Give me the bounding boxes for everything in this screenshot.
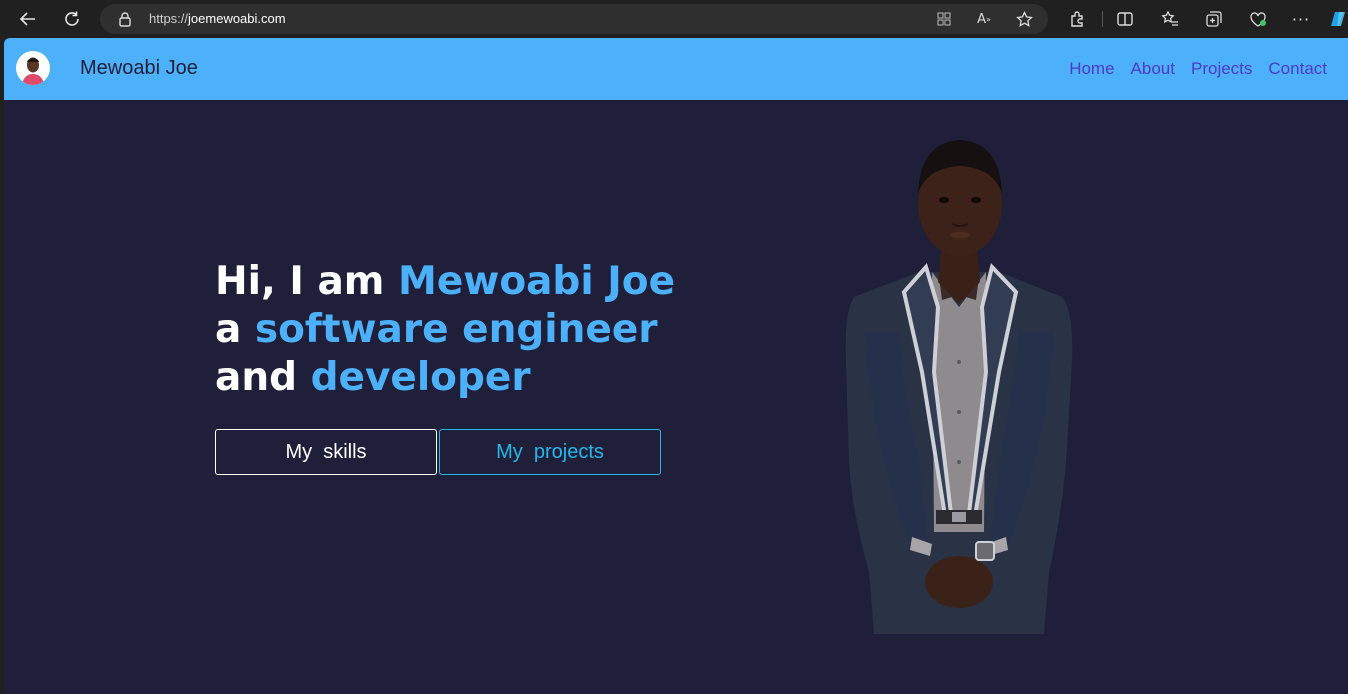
browser-essentials-icon[interactable] <box>1247 8 1269 30</box>
refresh-icon[interactable] <box>59 6 85 32</box>
nav-link-contact[interactable]: Contact <box>1268 59 1327 79</box>
site-menu: Home About Projects Contact <box>1069 59 1327 79</box>
back-icon[interactable] <box>15 6 41 32</box>
avatar[interactable] <box>16 51 50 85</box>
hero-line3-text: and <box>215 355 311 400</box>
site-brand[interactable]: Mewoabi Joe <box>80 57 198 80</box>
address-bar[interactable]: https://joemewoabi.com A» <box>100 4 1048 34</box>
extensions-icon[interactable] <box>1066 8 1088 30</box>
hero-line1-text: Hi, I am <box>215 259 399 304</box>
hero-line2-text: a <box>215 307 255 352</box>
web-page: Mewoabi Joe Home About Projects Contact … <box>4 38 1348 694</box>
site-navbar: Mewoabi Joe Home About Projects Contact <box>4 38 1348 100</box>
url-host: joemewoabi.com <box>188 11 286 26</box>
url-text[interactable]: https://joemewoabi.com <box>149 11 286 26</box>
toolbar-divider <box>1102 11 1103 27</box>
copilot-icon[interactable] <box>1327 8 1348 30</box>
hero-role-2: developer <box>310 355 531 400</box>
read-aloud-icon[interactable]: A» <box>973 8 995 30</box>
profile-photo <box>834 132 1084 634</box>
my-skills-button[interactable]: My skills <box>215 429 437 475</box>
split-screen-icon[interactable] <box>1114 8 1136 30</box>
browser-toolbar: https://joemewoabi.com A» ··· <box>0 0 1348 38</box>
url-scheme: https:// <box>149 11 189 26</box>
hero-buttons: My skills My projects <box>215 429 661 475</box>
hero-title: Hi, I am Mewoabi Joe a software engineer… <box>215 258 695 402</box>
nav-link-about[interactable]: About <box>1131 59 1175 79</box>
nav-link-home[interactable]: Home <box>1069 59 1114 79</box>
favorite-star-icon[interactable] <box>1013 8 1035 30</box>
hero-name: Mewoabi Joe <box>398 259 676 304</box>
nav-link-projects[interactable]: Projects <box>1191 59 1252 79</box>
hero-heading: Hi, I am Mewoabi Joe a software engineer… <box>215 258 695 402</box>
my-projects-button[interactable]: My projects <box>439 429 661 475</box>
hero-role: software engineer <box>254 307 658 352</box>
app-available-icon[interactable] <box>933 8 955 30</box>
favorites-list-icon[interactable] <box>1159 8 1181 30</box>
collections-icon[interactable] <box>1203 8 1225 30</box>
lock-icon[interactable] <box>118 11 132 31</box>
more-options-icon[interactable]: ··· <box>1290 8 1312 30</box>
